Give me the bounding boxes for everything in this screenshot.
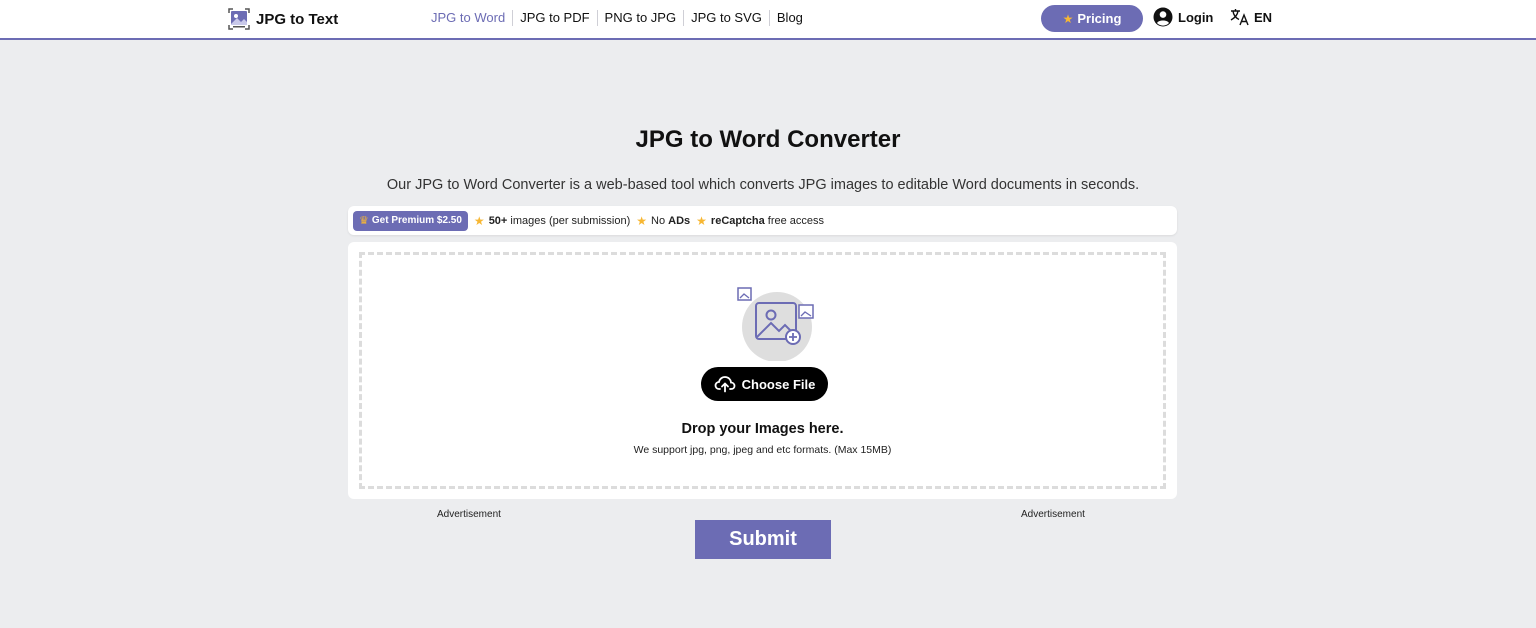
feature-ads-text: ADs <box>668 214 691 227</box>
page-subtitle: Our JPG to Word Converter is a web-based… <box>386 177 1140 193</box>
feature-free-access-text: free access <box>767 214 825 227</box>
translate-icon <box>1230 9 1249 26</box>
feature-no-ads: ★ No ADs <box>636 214 690 228</box>
language-selector[interactable]: EN <box>1230 8 1272 26</box>
user-circle-icon <box>1153 7 1173 27</box>
nav-jpg-to-pdf[interactable]: JPG to PDF <box>512 10 596 26</box>
login-label: Login <box>1178 9 1214 25</box>
login-button[interactable]: Login <box>1153 7 1213 27</box>
nav-jpg-to-svg[interactable]: JPG to SVG <box>683 10 769 26</box>
file-dropzone[interactable]: Choose File Drop your Images here. We su… <box>359 252 1166 489</box>
logo-text: JPG to Text <box>256 10 339 28</box>
advertisement-label-left: Advertisement <box>437 509 501 520</box>
site-logo[interactable]: JPG to Text <box>227 6 338 32</box>
choose-file-label: Choose File <box>741 376 816 392</box>
advertisement-label-right: Advertisement <box>1021 509 1085 520</box>
get-premium-button[interactable]: ♛ Get Premium $2.50 <box>353 210 468 231</box>
page-title: JPG to Word Converter <box>635 126 901 153</box>
drop-title: Drop your Images here. <box>681 421 844 437</box>
feature-images-limit: ★ 50+ images (per submission) <box>474 214 630 228</box>
language-label: EN <box>1254 9 1273 25</box>
feature-recaptcha-free: ★ reCaptcha free access <box>696 214 824 228</box>
star-icon: ★ <box>636 213 648 228</box>
feature-no-text: No <box>651 214 666 227</box>
nav-blog[interactable]: Blog <box>768 10 810 26</box>
upload-card: Choose File Drop your Images here. We su… <box>348 242 1177 499</box>
feature-images-text: images (per submission) <box>510 214 631 227</box>
star-icon: ★ <box>1062 11 1074 26</box>
submit-button[interactable]: Submit <box>695 520 831 559</box>
logo-image-icon <box>228 8 250 30</box>
drop-subtitle: We support jpg, png, jpeg and etc format… <box>633 444 892 456</box>
pricing-label: Pricing <box>1077 11 1122 26</box>
nav-jpg-to-word[interactable]: JPG to Word <box>424 10 512 26</box>
pricing-button[interactable]: ★ Pricing <box>1041 5 1143 32</box>
main-nav: JPG to Word JPG to PDF PNG to JPG JPG to… <box>424 10 810 26</box>
star-icon: ★ <box>473 213 485 228</box>
crown-icon: ♛ <box>359 215 369 227</box>
star-icon: ★ <box>696 213 707 228</box>
image-upload-icon <box>737 287 814 361</box>
get-premium-label: Get Premium $2.50 <box>371 215 462 226</box>
choose-file-button[interactable]: Choose File <box>701 367 828 401</box>
nav-png-to-jpg[interactable]: PNG to JPG <box>596 10 684 26</box>
premium-features-bar: ♛ Get Premium $2.50 ★ 50+ images (per su… <box>348 206 1177 235</box>
cloud-upload-icon <box>714 376 736 393</box>
feature-recaptcha-text: reCaptcha <box>710 214 765 227</box>
feature-images-count: 50+ <box>488 214 508 227</box>
header-bar: JPG to Text JPG to Word JPG to PDF PNG t… <box>0 0 1536 40</box>
